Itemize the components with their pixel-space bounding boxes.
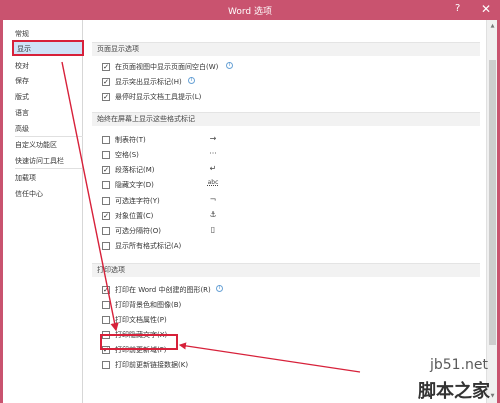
checkbox-print-properties[interactable] xyxy=(102,316,110,324)
option-label: 可选分隔符(O) xyxy=(115,227,161,235)
option-label: 可选连字符(Y) xyxy=(115,197,160,205)
option-label: 打印背景色和图像(B) xyxy=(115,301,182,309)
option-label: 隐藏文字(D) xyxy=(115,181,154,189)
sidebar-divider xyxy=(15,136,83,137)
sidebar-item-quick-access[interactable]: 快速访问工具栏 xyxy=(15,155,64,167)
option-label: 对象位置(C) xyxy=(115,212,154,220)
content-scrollbar[interactable]: ▲ ▼ xyxy=(486,20,497,403)
option-label: 空格(S) xyxy=(115,151,139,159)
window-title: Word 选项 xyxy=(228,7,272,17)
checkbox-update-links[interactable] xyxy=(102,361,110,369)
sidebar-item-save[interactable]: 保存 xyxy=(15,75,29,87)
watermark-url: jb51.net xyxy=(430,357,489,373)
option-label: 打印前更新链接数据(K) xyxy=(115,361,189,369)
checkbox-optional-breaks[interactable] xyxy=(102,227,110,235)
hyphen-symbol-icon: ¬ xyxy=(209,195,217,204)
checkbox-spaces[interactable] xyxy=(102,151,110,159)
sidebar-item-customize-ribbon[interactable]: 自定义功能区 xyxy=(15,139,57,151)
optional-break-symbol-icon: ▯ xyxy=(210,225,216,234)
option-label: 段落标记(M) xyxy=(115,166,155,174)
info-icon: i xyxy=(216,285,223,292)
info-icon: i xyxy=(188,77,195,84)
option-label: 显示所有格式标记(A) xyxy=(115,242,182,250)
anchor-icon: ⚓ xyxy=(209,210,217,219)
checkbox-hidden-text[interactable] xyxy=(102,181,110,189)
sidebar-item-layout[interactable]: 版式 xyxy=(15,91,29,103)
option-label: 显示突出显示标记(H) xyxy=(115,78,182,86)
space-symbol-icon: ··· xyxy=(209,149,217,158)
sidebar-item-display[interactable]: 显示 xyxy=(12,40,84,56)
options-sidebar: 常规 显示 校对 保存 版式 语言 高级 自定义功能区 快速访问工具栏 加载项 … xyxy=(3,20,84,403)
watermark-logo-text: 脚本之家 xyxy=(418,381,490,402)
title-bar: Word 选项 ? ✕ xyxy=(0,0,500,20)
tab-symbol-icon: → xyxy=(209,134,217,143)
checkbox-show-all-marks[interactable] xyxy=(102,242,110,250)
option-label: 在页面视图中显示页面间空白(W) xyxy=(115,63,219,71)
sidebar-item-addins[interactable]: 加载项 xyxy=(15,172,36,184)
option-label: 打印在 Word 中创建的图形(R) xyxy=(115,286,211,294)
paragraph-symbol-icon: ↵ xyxy=(209,164,217,173)
annotation-highlight-box xyxy=(100,334,178,350)
section-header-format-marks: 始终在屏幕上显示这些格式标记 xyxy=(92,112,480,126)
checkbox-paragraph-marks[interactable]: ✓ xyxy=(102,166,110,174)
scroll-thumb[interactable] xyxy=(489,60,496,345)
option-label: 打印文档属性(P) xyxy=(115,316,167,324)
sidebar-item-language[interactable]: 语言 xyxy=(15,107,29,119)
sidebar-item-advanced[interactable]: 高级 xyxy=(15,123,29,135)
option-label: 制表符(T) xyxy=(115,136,146,144)
checkbox-show-highlighter[interactable]: ✓ xyxy=(102,78,110,86)
scroll-up-icon[interactable]: ▲ xyxy=(489,22,496,30)
checkbox-print-background[interactable] xyxy=(102,301,110,309)
checkbox-optional-hyphens[interactable] xyxy=(102,197,110,205)
checkbox-show-tooltips[interactable]: ✓ xyxy=(102,93,110,101)
checkbox-print-drawings[interactable]: ✓ xyxy=(102,286,110,294)
sidebar-divider xyxy=(15,168,83,169)
sidebar-item-general[interactable]: 常规 xyxy=(15,28,29,40)
checkbox-tab-characters[interactable] xyxy=(102,136,110,144)
section-header-print-options: 打印选项 xyxy=(92,263,480,277)
sidebar-item-trust-center[interactable]: 信任中心 xyxy=(15,188,43,200)
info-icon: i xyxy=(226,62,233,69)
checkbox-show-whitespace[interactable]: ✓ xyxy=(102,63,110,71)
checkbox-object-anchors[interactable]: ✓ xyxy=(102,212,110,220)
hidden-text-symbol-icon: abc xyxy=(207,179,219,186)
section-header-page-display: 页面显示选项 xyxy=(92,42,480,56)
watermark: jb51.net 脚本之家 xyxy=(380,355,500,403)
help-button[interactable]: ? xyxy=(455,3,460,14)
option-label: 悬停时显示文档工具提示(L) xyxy=(115,93,202,101)
close-button[interactable]: ✕ xyxy=(475,1,497,17)
sidebar-item-proofing[interactable]: 校对 xyxy=(15,60,29,72)
